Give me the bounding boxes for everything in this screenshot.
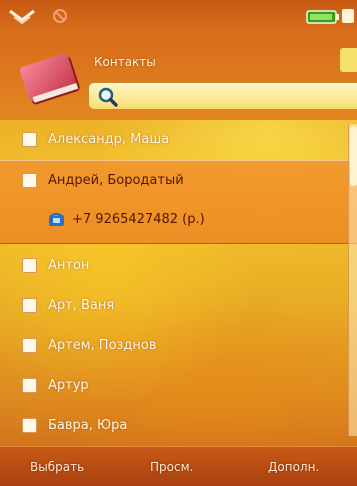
header: Контакты	[0, 34, 357, 120]
list-item-selected[interactable]: Андрей, Бородатый +7 9265427482 (р.)	[0, 160, 357, 244]
search-input[interactable]	[123, 86, 348, 108]
contact-name: Артем, Позднов	[48, 338, 157, 353]
view-softkey[interactable]: Просм.	[150, 447, 193, 486]
signal-icon	[9, 9, 35, 25]
search-box[interactable]	[88, 82, 357, 110]
contact-name: Бавра, Юра	[48, 418, 128, 433]
checkbox[interactable]	[22, 132, 37, 147]
profile-icon	[53, 9, 67, 23]
softkey-bar: Выбрать Просм. Дополн.	[0, 446, 357, 486]
list-item[interactable]: Александр, Маша	[0, 120, 357, 160]
checkbox[interactable]	[22, 378, 37, 393]
phone-icon	[49, 212, 64, 226]
checkbox[interactable]	[22, 258, 37, 273]
checkbox[interactable]	[22, 338, 37, 353]
list-item[interactable]: Артем, Позднов	[0, 326, 357, 366]
address-book-icon	[19, 53, 80, 105]
page-title: Контакты	[94, 55, 156, 69]
list-item[interactable]: Бавра, Юра	[0, 406, 357, 446]
list-item[interactable]: Антон	[0, 246, 357, 286]
contact-list: Александр, Маша Андрей, Бородатый +7 926…	[0, 120, 357, 440]
contact-name: Андрей, Бородатый	[48, 173, 184, 188]
battery-icon	[306, 10, 339, 24]
contact-name: Арт, Ваня	[48, 298, 115, 313]
list-item[interactable]: Арт, Ваня	[0, 286, 357, 326]
more-softkey[interactable]: Дополн.	[268, 447, 319, 486]
status-bar	[0, 0, 357, 34]
checkbox[interactable]	[22, 173, 37, 188]
contact-name: Артур	[48, 378, 89, 393]
scrollbar-thumb[interactable]	[350, 126, 357, 186]
select-softkey[interactable]: Выбрать	[30, 447, 84, 486]
list-item[interactable]: Артур	[0, 366, 357, 406]
phone-number: +7 9265427482 (р.)	[72, 212, 205, 227]
scrollbar[interactable]	[348, 124, 357, 436]
phone-screen: Контакты Александр, Маша Андрей, Бородат…	[0, 0, 357, 486]
contact-name: Александр, Маша	[48, 132, 170, 147]
checkbox[interactable]	[22, 418, 37, 433]
checkbox[interactable]	[22, 298, 37, 313]
clock-fragment-icon	[342, 9, 354, 23]
header-edge-tab	[340, 48, 357, 72]
search-icon	[98, 87, 118, 107]
contact-name: Антон	[48, 258, 90, 273]
